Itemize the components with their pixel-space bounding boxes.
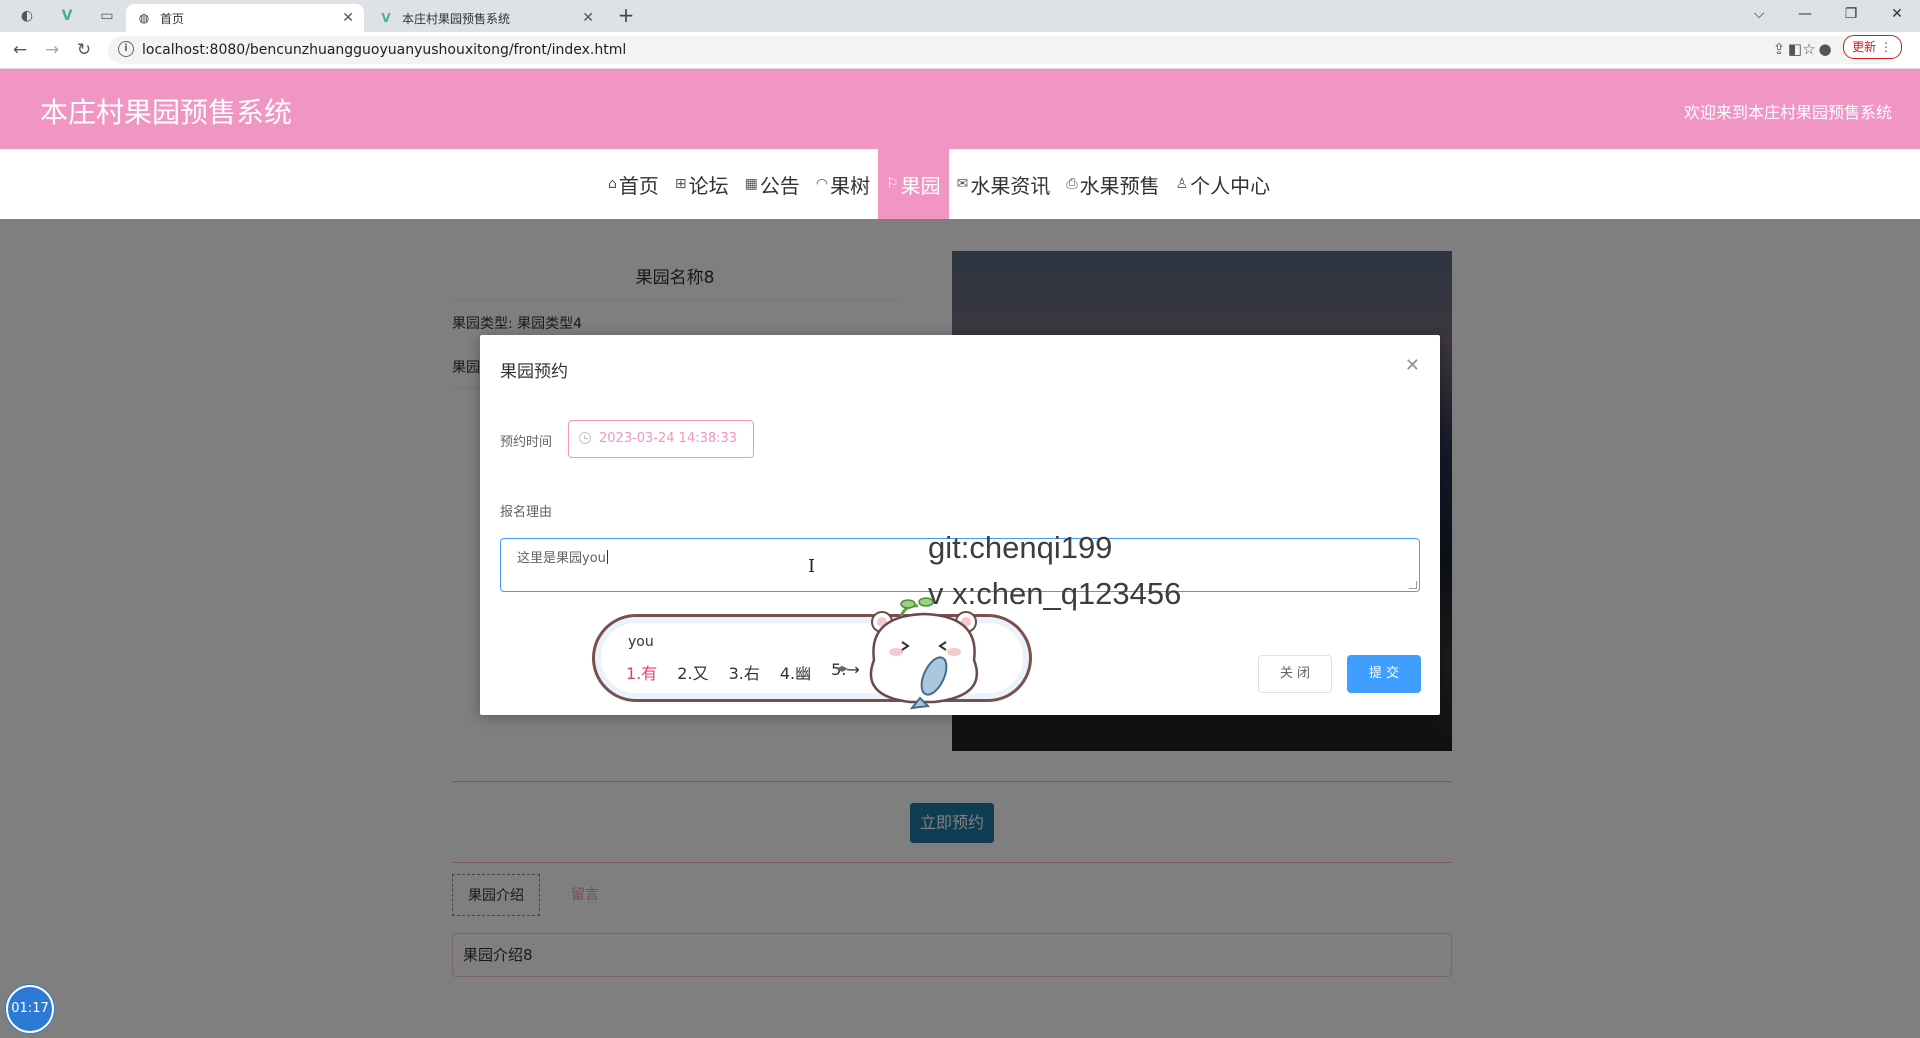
reason-value: 这里是果园you <box>517 550 608 566</box>
clock-icon <box>579 432 591 444</box>
tree-icon: ◠ <box>815 176 829 192</box>
home-icon: ⌂ <box>608 176 617 192</box>
nav-item-fruit-news[interactable]: ✉ 水果资讯 <box>949 149 1059 219</box>
browser-toolbar: ← → ↻ i localhost:8080/bencunzhuangguoyu… <box>0 32 1920 69</box>
new-tab-button[interactable]: + <box>614 4 638 28</box>
nav-item-notice[interactable]: ▦ 公告 <box>737 149 808 219</box>
submit-button[interactable]: 提 交 <box>1347 655 1421 693</box>
address-bar[interactable]: i localhost:8080/bencunzhuangguoyuanyush… <box>108 36 1898 64</box>
nav-label: 首页 <box>618 173 659 198</box>
vue-icon: V <box>381 11 391 25</box>
pinned-tab-1[interactable]: ◐ <box>12 4 42 28</box>
site-header: 本庄村果园预售系统 欢迎来到本庄村果园预售系统 <box>0 69 1920 149</box>
nav-item-fruit-presale[interactable]: ⎙ 水果预售 <box>1058 149 1167 219</box>
update-label: 更新 <box>1852 40 1877 54</box>
flag-icon: ⚐ <box>886 176 899 192</box>
nav-label: 果园 <box>900 173 941 198</box>
browser-tab-strip: ◐ V ▭ ◍ 首页 ✕ V 本庄村果园预售系统 ✕ + ⌵ — ❐ ✕ <box>0 0 1920 32</box>
side-panel-icon[interactable]: ◧ <box>1784 40 1806 60</box>
tab-home[interactable]: ◍ 首页 ✕ <box>126 4 364 32</box>
pinned-tab-vue[interactable]: V <box>52 4 82 28</box>
globe-icon: ◍ <box>138 11 150 25</box>
nav-label: 个人中心 <box>1190 173 1271 198</box>
tab-system-label: 本庄村果园预售系统 <box>402 11 511 26</box>
restore-button[interactable]: ❐ <box>1828 0 1874 28</box>
welcome-text: 欢迎来到本庄村果园预售系统 <box>1683 103 1892 122</box>
nav-label: 公告 <box>759 173 800 198</box>
nav-item-home[interactable]: ⌂ 首页 <box>600 149 667 219</box>
nav-label: 水果资讯 <box>970 173 1051 198</box>
pinned-tab-3[interactable]: ▭ <box>92 4 122 28</box>
notice-icon: ▦ <box>744 176 758 192</box>
close-tab-icon[interactable]: ✕ <box>342 10 354 26</box>
nav-label: 论坛 <box>688 173 729 198</box>
url-text: localhost:8080/bencunzhuangguoyuanyushou… <box>142 42 627 58</box>
text-cursor-icon: I <box>808 556 816 577</box>
site-info-icon[interactable]: i <box>118 41 134 57</box>
ime-candidate-window: you 1.有 2.又 3.右 4.幽 5.→ ◂▸ <box>592 597 1032 710</box>
dialog-title: 果园预约 <box>500 362 568 382</box>
bear-mascot-icon <box>869 597 979 710</box>
mail-icon: ✉ <box>956 176 969 192</box>
watermark-line-1: git:chenqi199 <box>928 530 1113 565</box>
site-title: 本庄村果园预售系统 <box>40 96 293 129</box>
ime-candidate[interactable]: 4.幽 <box>780 660 811 684</box>
close-tab-icon[interactable]: ✕ <box>582 10 594 26</box>
tab-system[interactable]: V 本庄村果园预售系统 ✕ <box>368 4 604 32</box>
nav-item-orchard[interactable]: ⚐ 果园 <box>878 149 949 219</box>
ime-candidate[interactable]: 2.又 <box>677 660 708 684</box>
printer-icon: ⎙ <box>1066 176 1078 192</box>
booking-time-value: 2023-03-24 14:38:33 <box>599 431 738 446</box>
ime-candidate[interactable]: 1.有 <box>626 660 657 684</box>
ime-composition: you <box>628 634 654 650</box>
ime-page-arrows-icon[interactable]: ◂▸ <box>836 661 848 675</box>
nav-label: 水果预售 <box>1079 173 1160 198</box>
close-icon[interactable]: ✕ <box>1405 355 1420 376</box>
nav-label: 果树 <box>830 173 871 198</box>
tab-home-label: 首页 <box>160 11 185 26</box>
forward-icon[interactable]: → <box>40 38 64 62</box>
nav-item-tree[interactable]: ◠ 果树 <box>808 149 878 219</box>
recording-timer: 01:17 <box>6 985 54 1033</box>
ime-candidate[interactable]: 3.右 <box>729 660 760 684</box>
reason-label: 报名理由 <box>500 505 553 520</box>
back-icon[interactable]: ← <box>8 38 32 62</box>
minimize-button[interactable]: — <box>1782 0 1828 28</box>
main-nav: ⌂ 首页 ⊞ 论坛 ▦ 公告 ◠ 果树 ⚐ 果园 ✉ 水果资讯 ⎙ 水果预售 ♙ 个人中心 <box>0 149 1920 219</box>
nav-item-forum[interactable]: ⊞ 论坛 <box>667 149 737 219</box>
close-button[interactable]: 关 闭 <box>1258 655 1332 693</box>
resize-handle[interactable] <box>1409 581 1417 589</box>
user-icon: ♙ <box>1175 176 1189 192</box>
close-window-button[interactable]: ✕ <box>1874 0 1920 28</box>
date-label: 预约时间 <box>500 435 553 450</box>
booking-time-picker[interactable]: 2023-03-24 14:38:33 <box>568 420 754 458</box>
tab-search-icon[interactable]: ⌵ <box>1736 0 1782 28</box>
forum-icon: ⊞ <box>674 176 687 192</box>
update-button[interactable]: 更新 ⋮ <box>1843 35 1902 59</box>
reload-icon[interactable]: ↻ <box>72 38 96 62</box>
profile-icon[interactable]: ● <box>1814 40 1836 60</box>
nav-item-personal-center[interactable]: ♙ 个人中心 <box>1168 149 1279 219</box>
